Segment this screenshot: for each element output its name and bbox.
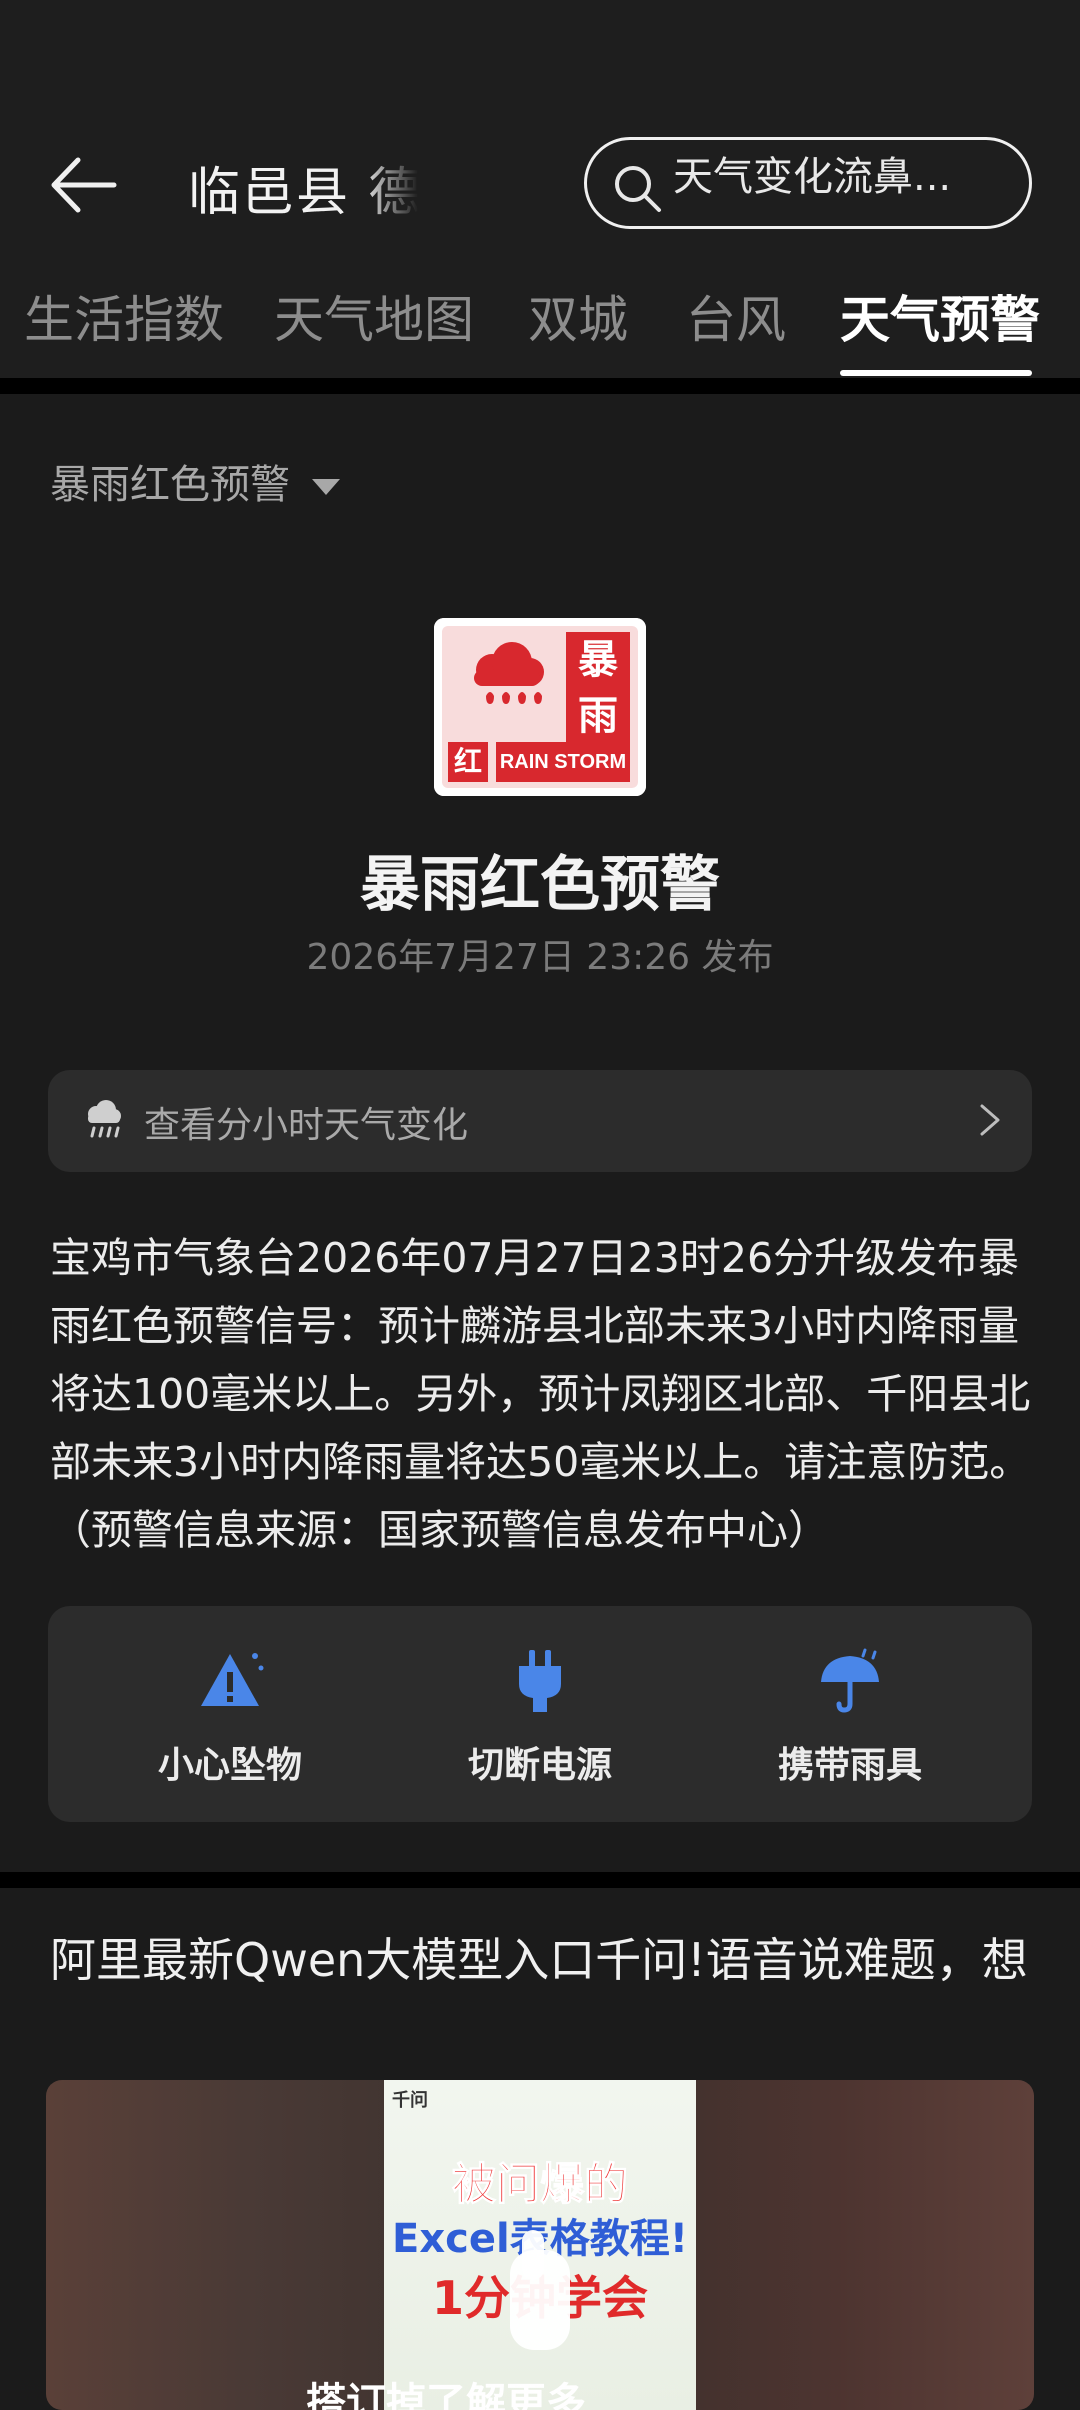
chevron-right-icon [980, 1104, 1000, 1136]
umbrella-icon [821, 1648, 879, 1713]
tip-label: 小心坠物 [157, 1745, 302, 1786]
tip-label: 切断电源 [467, 1745, 612, 1786]
publish-time: 2026年7月27日 23:26 发布 [306, 937, 774, 978]
tab-weather-warning[interactable]: 天气预警 [840, 280, 1040, 352]
plug-icon [519, 1650, 561, 1712]
dropdown-label: 暴雨红色预警 [50, 462, 290, 508]
thumbnail-caption: 搭订掉了解更多 [306, 2380, 586, 2410]
caret-down-icon [312, 479, 340, 495]
tab-typhoon[interactable]: 台风 [686, 280, 786, 352]
rain-cloud-icon [88, 1100, 121, 1138]
warning-title: 暴雨红色预警 [360, 850, 720, 920]
search-bar[interactable]: 天气变化流鼻... [584, 137, 1032, 229]
arrow-left-icon [51, 157, 117, 213]
search-icon [615, 166, 661, 212]
divider [0, 378, 1080, 394]
tab-life-index[interactable]: 生活指数 [24, 280, 224, 352]
badge-level-char: 红 [453, 745, 482, 778]
location-title[interactable]: 临邑县 德 [188, 150, 418, 225]
article-thumbnail[interactable]: 千问 被问爆的 Excel表格教程! 1分钟学会 搭订掉了解更多 [46, 2080, 1034, 2410]
back-button[interactable] [44, 150, 124, 220]
badge-english: RAIN STORM [499, 751, 627, 773]
hourly-weather-link[interactable]: 查看分小时天气变化 [48, 1070, 1032, 1172]
active-tab-indicator [840, 370, 1032, 376]
rainstorm-red-badge: 暴雨 红 RAIN STORM [434, 618, 646, 796]
tab-weather-map[interactable]: 天气地图 [274, 280, 474, 352]
tip-cut-power: 切断电源 [410, 1646, 670, 1788]
article-title[interactable]: 阿里最新Qwen大模型入口千问!语音说难题，想 [50, 1928, 1034, 1992]
tip-bring-umbrella: 携带雨具 [720, 1646, 980, 1788]
thumbnail-app-name: 千问 [392, 2090, 428, 2111]
thumbs-up-icon [510, 2230, 570, 2350]
search-placeholder: 天气变化流鼻... [673, 154, 952, 200]
warning-description: 宝鸡市气象台2026年07月27日23时26分升级发布暴雨红色预警信号：预计麟游… [50, 1234, 1031, 1554]
tip-label: 携带雨具 [777, 1745, 922, 1786]
thumbnail-line1: 被问爆的 [452, 2159, 629, 2211]
hourly-link-label: 查看分小时天气变化 [144, 1105, 469, 1146]
tab-dual-city[interactable]: 双城 [528, 280, 628, 352]
badge-rainstorm-chars: 暴雨 [578, 637, 618, 739]
tab-bar: 生活指数 天气地图 双城 台风 天气预警 [0, 280, 1080, 376]
safety-tips-card: 小心坠物 切断电源 携带雨具 [48, 1606, 1032, 1822]
warning-triangle-icon [201, 1653, 264, 1706]
divider [0, 1872, 1080, 1888]
tip-falling-objects: 小心坠物 [100, 1646, 360, 1788]
warning-type-dropdown[interactable]: 暴雨红色预警 [50, 452, 340, 510]
